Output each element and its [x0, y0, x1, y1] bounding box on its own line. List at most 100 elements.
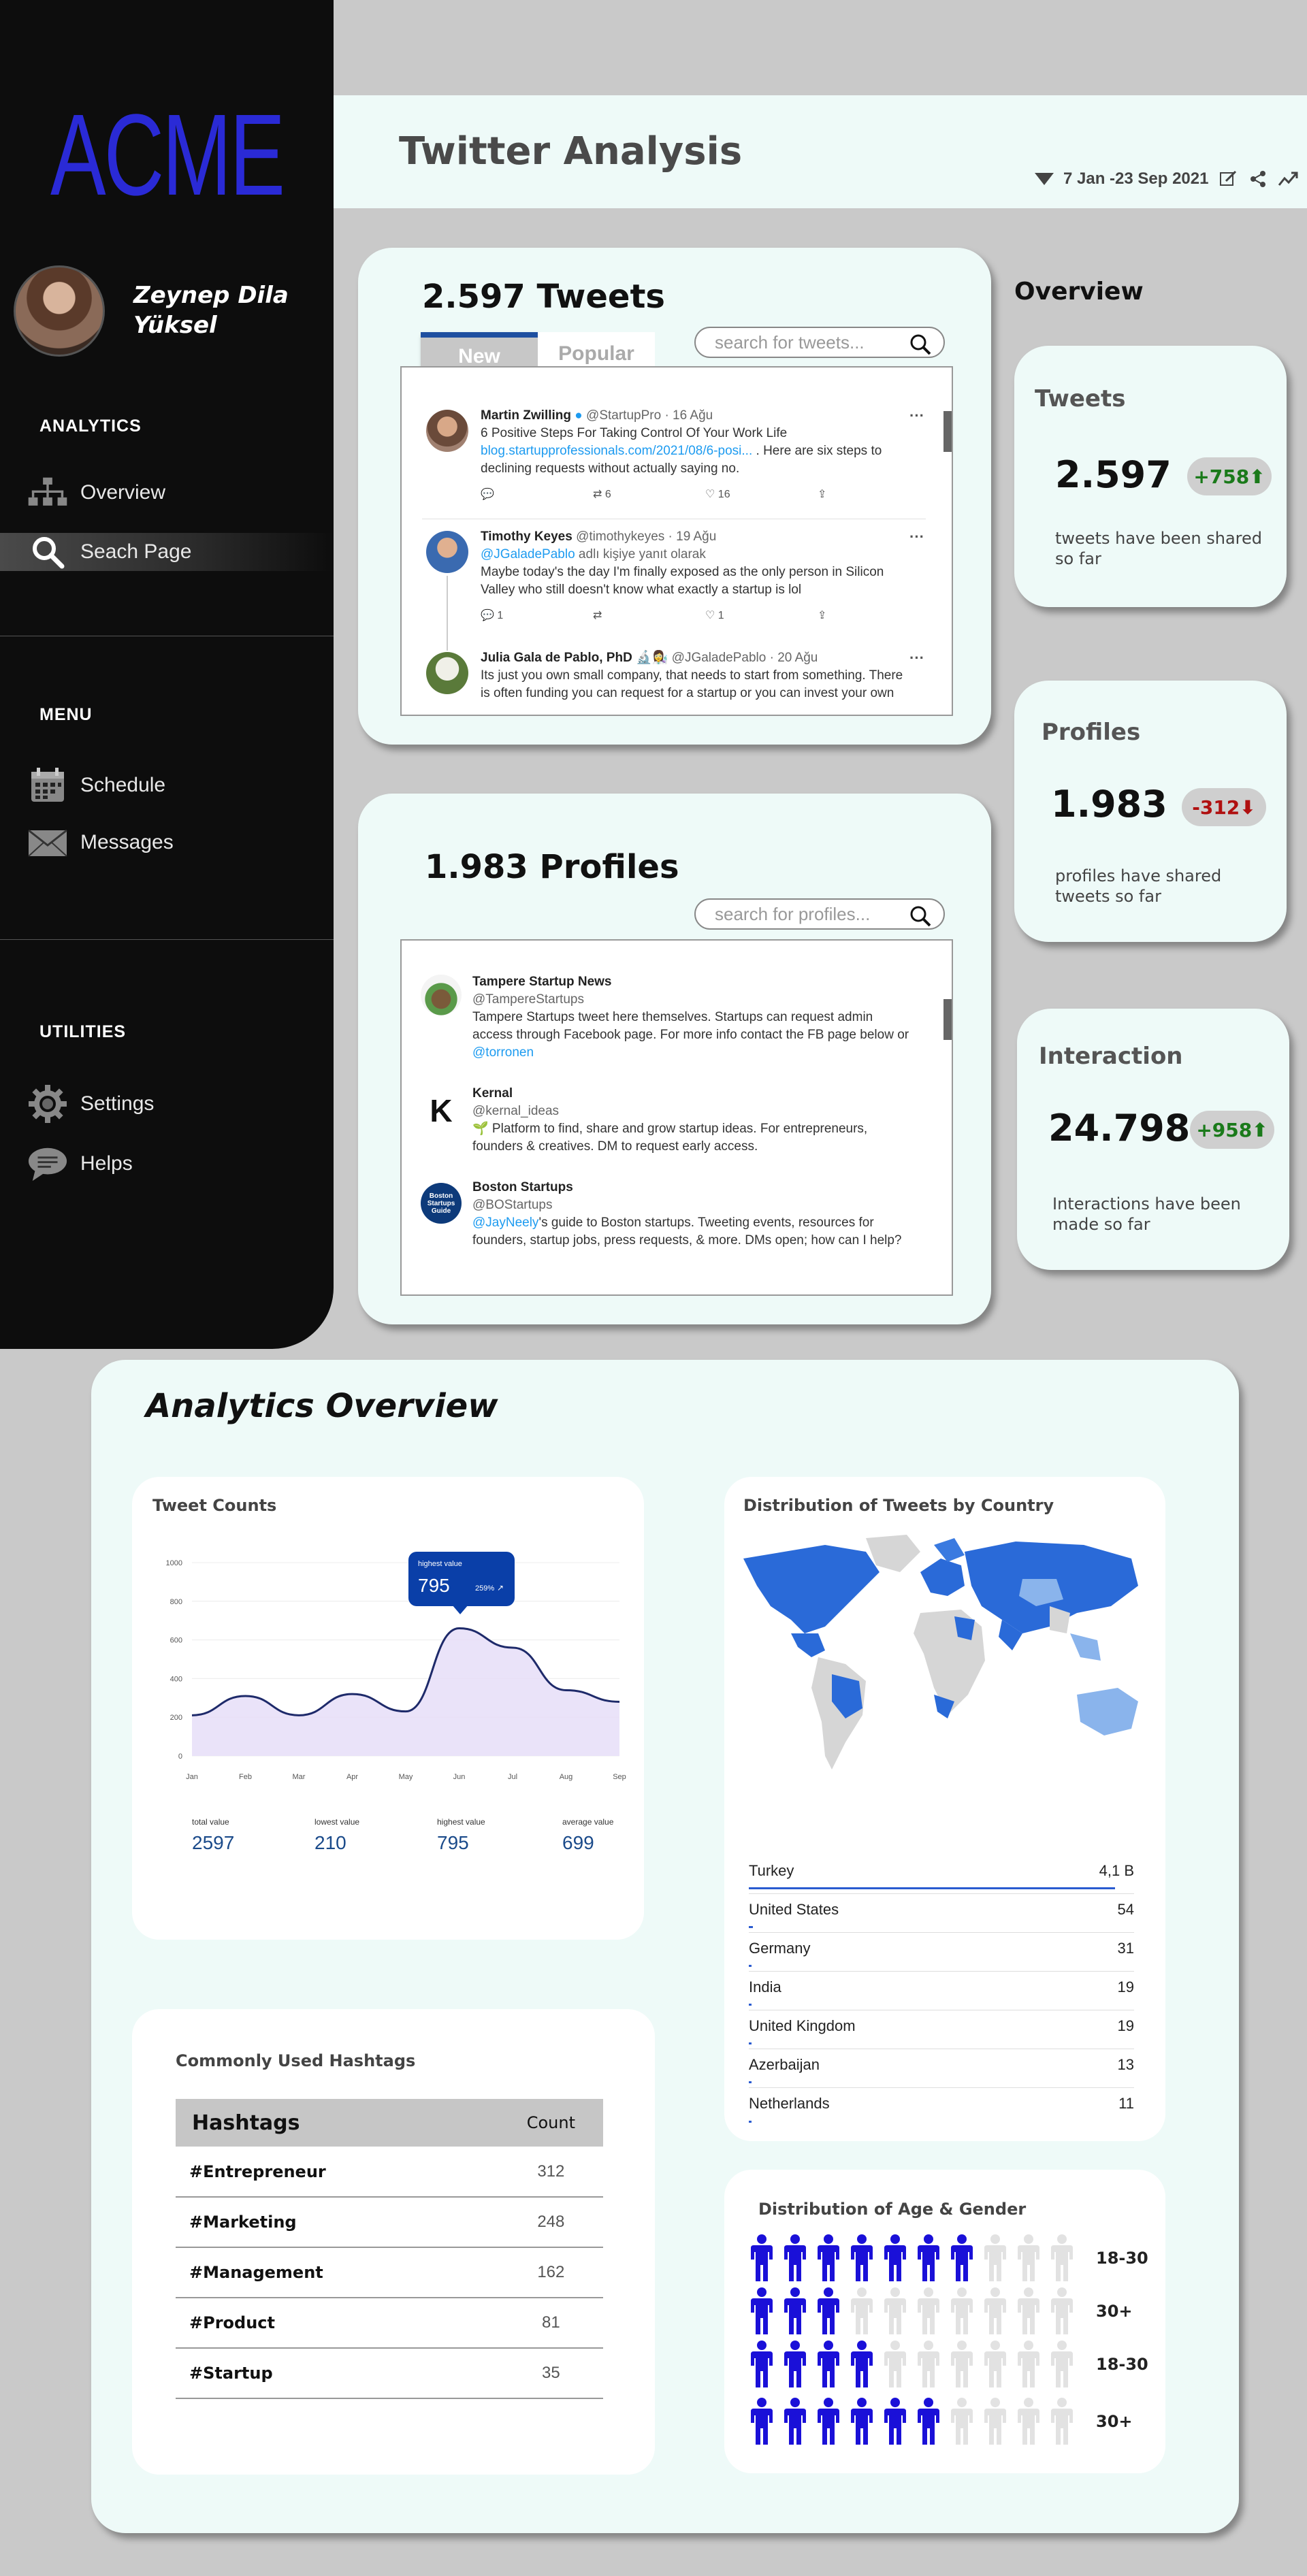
x-tick-label: Jun: [453, 1773, 466, 1781]
person-icon: [884, 2234, 907, 2281]
stat-delta-value: +958: [1196, 1118, 1253, 1141]
count-cell: 312: [498, 2147, 603, 2198]
scrollbar[interactable]: [943, 411, 952, 452]
y-tick-label: 600: [170, 1637, 182, 1645]
person-icon: [850, 2287, 873, 2334]
person-icon: [984, 2234, 1007, 2281]
country-row[interactable]: India 19: [749, 1972, 1134, 2010]
tweet-author: Timothy Keyes: [481, 529, 572, 544]
person-icon: [950, 2287, 973, 2334]
more-options-icon[interactable]: ···: [909, 528, 924, 546]
profile-list[interactable]: Tampere Startup News @TampereStartups Ta…: [400, 939, 953, 1296]
table-row[interactable]: #Entrepreneur 312: [176, 2147, 603, 2198]
table-row[interactable]: #Marketing 248: [176, 2197, 603, 2248]
tweet-handle: @timothykeyes · 19 Ağu: [576, 529, 717, 544]
country-row[interactable]: Germany 31: [749, 1933, 1134, 1972]
user-name: Zeynep Dila Yüksel: [133, 282, 289, 339]
profile-bio: access through Facebook page. For more i…: [472, 1028, 909, 1042]
tweet-item[interactable]: Timothy Keyes @timothykeyes · 19 Ağu @JG…: [481, 528, 930, 625]
trend-icon[interactable]: [1278, 169, 1298, 189]
stat-delta-value: +758: [1193, 465, 1250, 488]
tweet-handle: @JGaladePablo · 20 Ağu: [671, 651, 818, 665]
profile-item[interactable]: Boston Startups @BOStartups @JayNeely's …: [472, 1179, 935, 1250]
person-icon: [917, 2340, 940, 2387]
country-share-bar: [749, 1965, 752, 1967]
world-map[interactable]: [730, 1531, 1160, 1790]
reply-icon[interactable]: 💬 1: [481, 607, 593, 625]
dropdown-arrow-icon: [1035, 173, 1054, 185]
edit-icon[interactable]: [1218, 169, 1238, 189]
avatar[interactable]: [426, 652, 468, 694]
tweet-link[interactable]: blog.startupprofessionals.com/2021/08/6-…: [481, 444, 756, 458]
table-row[interactable]: #Product 81: [176, 2298, 603, 2349]
retweet-icon[interactable]: ⇄: [593, 607, 705, 625]
column-header-hashtags[interactable]: Hashtags: [176, 2099, 499, 2147]
stat-delta: -312 ⬇: [1182, 788, 1266, 826]
sidebar-item-schedule[interactable]: Schedule: [0, 766, 334, 804]
column-header-count[interactable]: Count: [498, 2099, 603, 2147]
kpi-highest: highest value 795: [437, 1817, 485, 1854]
avatar[interactable]: [421, 975, 462, 1015]
share-icon[interactable]: [1248, 169, 1268, 189]
sidebar-item-helps[interactable]: Helps: [0, 1145, 334, 1183]
tweet-actions: 💬 1 ⇄ ♡ 1 ⇪: [481, 607, 930, 625]
date-range-picker[interactable]: 7 Jan -23 Sep 2021: [1035, 169, 1298, 189]
reply-to-link[interactable]: @JGaladePablo: [481, 547, 575, 561]
kernal-logo[interactable]: K: [421, 1090, 462, 1131]
tweet-item[interactable]: Julia Gala de Pablo, PhD 🔬👩‍🔬 @JGaladePa…: [481, 649, 930, 702]
stat-label: Interaction: [1039, 1043, 1183, 1070]
country-row[interactable]: Turkey 4,1 B: [749, 1855, 1134, 1894]
sidebar-item-messages[interactable]: Messages: [0, 824, 334, 862]
table-row[interactable]: #Management 162: [176, 2247, 603, 2298]
count-cell: 162: [498, 2247, 603, 2298]
profile-search-input[interactable]: search for profiles...: [694, 898, 945, 930]
country-row[interactable]: United States 54: [749, 1894, 1134, 1933]
kpi-label: lowest value: [314, 1817, 360, 1827]
table-row[interactable]: #Startup 35: [176, 2348, 603, 2399]
sidebar-item-overview[interactable]: Overview: [0, 474, 334, 512]
country-row[interactable]: Azerbaijan 13: [749, 2049, 1134, 2088]
like-icon[interactable]: ♡ 16: [705, 486, 818, 504]
kpi-lowest: lowest value 210: [314, 1817, 359, 1854]
like-icon[interactable]: ♡ 1: [705, 607, 818, 625]
tweet-text: is often funding you can request for a s…: [481, 686, 894, 700]
scrollbar[interactable]: [943, 999, 952, 1040]
more-options-icon[interactable]: ···: [909, 407, 924, 425]
avatar[interactable]: [426, 531, 468, 573]
kpi-value: 2597: [192, 1832, 235, 1853]
tweet-feed[interactable]: Martin Zwilling ● @StartupPro · 16 Ağu 6…: [400, 366, 953, 716]
boston-startups-logo[interactable]: Boston Startups Guide: [421, 1183, 462, 1224]
more-options-icon[interactable]: ···: [909, 649, 924, 667]
share-icon[interactable]: ⇪: [818, 486, 930, 504]
profile-item[interactable]: Tampere Startup News @TampereStartups Ta…: [472, 973, 935, 1062]
profile-item[interactable]: Kernal @kernal_ideas 🌱 Platform to find,…: [472, 1085, 935, 1156]
search-icon[interactable]: [909, 905, 931, 932]
person-icon: [1017, 2287, 1040, 2334]
retweet-icon[interactable]: ⇄ 6: [593, 486, 705, 504]
avatar[interactable]: [14, 265, 105, 357]
country-row[interactable]: United Kingdom 19: [749, 2010, 1134, 2049]
profiles-card: 1.983 Profiles search for profiles... Ta…: [358, 794, 991, 1324]
stat-value: 2.597: [1055, 453, 1172, 496]
y-tick-label: 400: [170, 1675, 182, 1683]
reply-icon[interactable]: 💬: [481, 486, 593, 504]
person-icon: [1050, 2340, 1074, 2387]
stat-delta-value: -312: [1192, 796, 1240, 819]
country-name: Germany: [749, 1940, 811, 1957]
profile-name: Tampere Startup News: [472, 975, 612, 989]
search-icon[interactable]: [909, 333, 931, 360]
stat-label: Tweets: [1035, 385, 1126, 412]
country-row[interactable]: Netherlands 11: [749, 2088, 1134, 2127]
tweet-item[interactable]: Martin Zwilling ● @StartupPro · 16 Ağu 6…: [481, 407, 930, 504]
profile-name: Kernal: [472, 1086, 513, 1100]
stat-value: 24.798: [1048, 1107, 1191, 1150]
tweet-counts-chart[interactable]: 0 200 400 600 800 1000 Jan Feb Mar Apr May Jun Jul Au…: [132, 1477, 644, 1817]
sidebar-item-search-page[interactable]: Seach Page: [0, 533, 334, 571]
profile-bio-link[interactable]: @JayNeely: [472, 1216, 538, 1230]
avatar[interactable]: [426, 410, 468, 452]
tweet-handle: @StartupPro · 16 Ağu: [586, 408, 713, 423]
share-icon[interactable]: ⇪: [818, 607, 930, 625]
tweet-search-input[interactable]: search for tweets...: [694, 327, 945, 358]
profile-bio-link[interactable]: @torronen: [472, 1044, 935, 1062]
sidebar-item-settings[interactable]: Settings: [0, 1085, 334, 1123]
